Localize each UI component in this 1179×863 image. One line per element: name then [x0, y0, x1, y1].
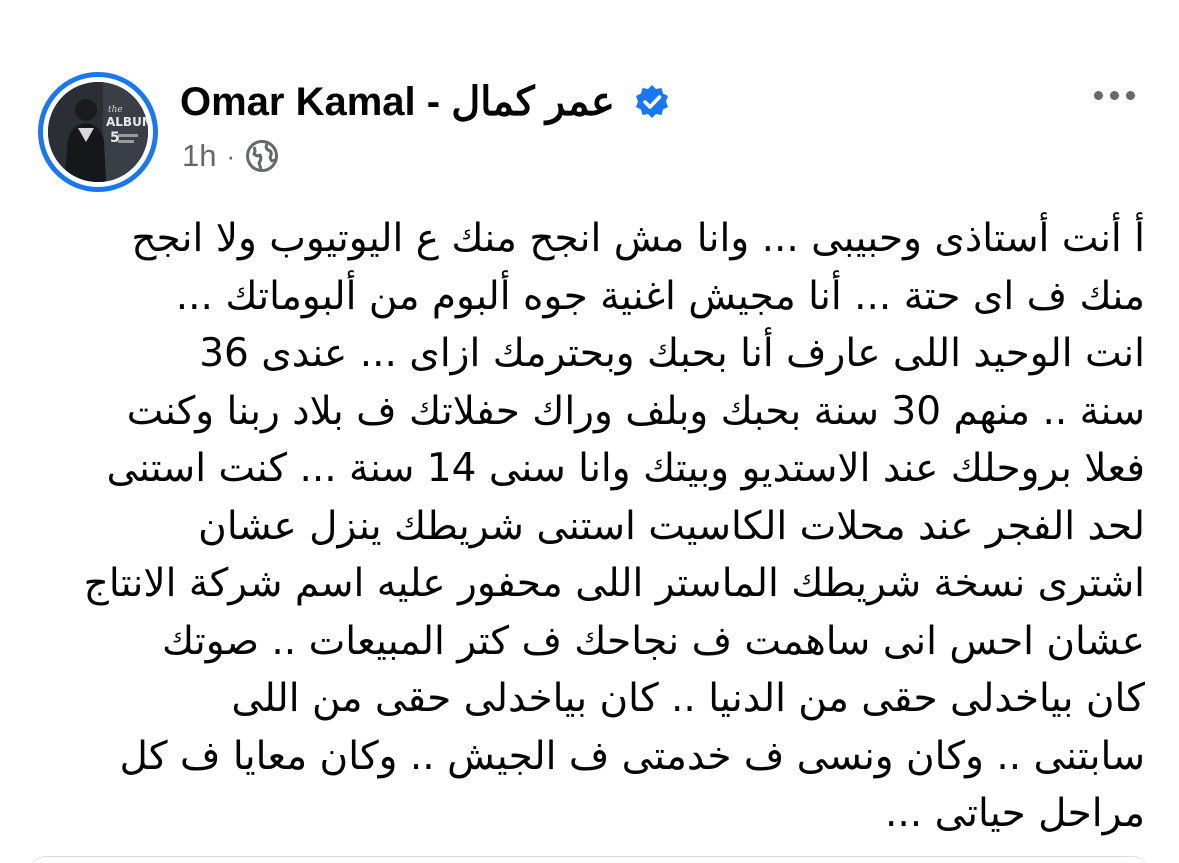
avatar-photo-icon: the ALBUM 5	[48, 82, 148, 182]
author-row: Omar Kamal - عمر كمال	[180, 74, 671, 130]
avatar-image: the ALBUM 5	[48, 82, 148, 182]
more-options-icon	[1109, 90, 1119, 100]
post-time[interactable]: 1h	[182, 138, 216, 174]
post-text-line: مراحل حياتى ...	[885, 791, 1145, 836]
post-text-line: كان بياخدلى حقى من الدنيا .. كان بياخدلى…	[231, 676, 1145, 721]
more-options-icon	[1125, 90, 1135, 100]
author-name[interactable]: Omar Kamal - عمر كمال	[180, 79, 615, 125]
post-footer-divider	[30, 856, 1149, 863]
post-text-line: لحد الفجر عند محلات الكاسيت استنى شريطك …	[198, 503, 1145, 549]
post-meta: 1h ·	[182, 136, 279, 176]
globe-icon[interactable]	[245, 139, 279, 173]
avatar-border: the ALBUM 5	[43, 77, 153, 187]
facebook-post: the ALBUM 5 Omar Kamal - عمر كمال 1h · أ…	[0, 0, 1179, 863]
meta-separator: ·	[226, 141, 236, 171]
post-text-line: سنة .. منهم 30 سنة بحبك وبلف وراك حفلاتك…	[126, 388, 1145, 434]
verified-badge-icon	[633, 83, 671, 121]
post-text-line: فعلا بروحلك عند الاستديو وبيتك وانا سنى …	[106, 446, 1145, 491]
post-text-line: أ أنت أستاذى وحبيبى ... وانا مش انجح منك…	[131, 216, 1145, 261]
more-options-icon	[1093, 90, 1103, 100]
post-text-line: عشان احس انى ساهمت ف نجاحك ف كتر المبيعا…	[162, 618, 1145, 664]
svg-text:the: the	[108, 105, 123, 115]
post-text-line: انت الوحيد اللى عارف أنا بحبك وبحترمك از…	[199, 331, 1145, 376]
svg-text:ALBUM: ALBUM	[106, 115, 148, 129]
post-text-line: اشترى نسخة شريطك الماستر اللى محفور عليه…	[83, 561, 1145, 606]
post-text: أ أنت أستاذى وحبيبى ... وانا مش انجح منك…	[30, 210, 1145, 843]
more-options-button[interactable]	[1084, 80, 1144, 110]
avatar[interactable]: the ALBUM 5	[38, 72, 158, 192]
post-text-line: سابتنى .. وكان ونسى ف خدمتى ف الجيش .. و…	[119, 733, 1145, 779]
post-text-line: منك ف اى حتة ... أنا مجيش اغنية جوه ألبو…	[175, 273, 1145, 319]
svg-text:5: 5	[110, 130, 120, 146]
